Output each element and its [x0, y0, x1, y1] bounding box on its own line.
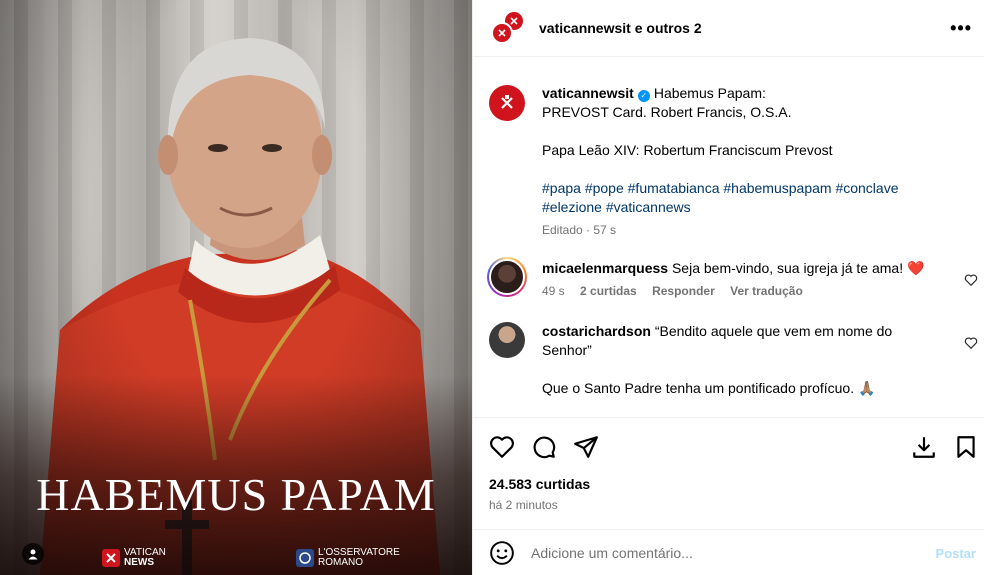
post-comment-button[interactable]: Postar — [936, 546, 976, 561]
comment-text-c: Que o Santo Padre tenha um pontificado p… — [542, 380, 876, 396]
comment-item: costarichardson “Bendito aquele que vem … — [473, 322, 984, 398]
like-heart-icon[interactable] — [489, 434, 515, 460]
see-translation-button[interactable]: Ver tradução — [730, 284, 803, 298]
collab-avatars[interactable] — [489, 8, 529, 48]
emoji-icon[interactable] — [489, 540, 515, 566]
comment-meta: 49 s 2 curtidas Responder Ver tradução — [542, 284, 944, 298]
likes-count[interactable]: 24.583 curtidas — [489, 476, 590, 492]
comment-input[interactable] — [531, 544, 911, 561]
comment-text: Seja bem-vindo, sua igreja já te ama! ❤️ — [671, 260, 925, 276]
comment-likes-count[interactable]: 2 curtidas — [580, 284, 637, 298]
caption-hashtags[interactable]: #papa #pope #fumatabianca #habemuspapam … — [542, 179, 944, 217]
caption-meta: Editado · 57 s — [542, 223, 617, 237]
comment-avatar[interactable] — [487, 257, 527, 297]
reply-button[interactable]: Responder — [652, 284, 715, 298]
comment-username[interactable]: micaelenmarquess — [542, 260, 668, 276]
save-bookmark-icon[interactable] — [953, 434, 979, 460]
header-collab-text[interactable]: e outros 2 — [631, 20, 702, 36]
download-icon[interactable] — [911, 434, 937, 460]
image-headline: HABEMUS PAPAM — [36, 469, 436, 520]
hashtags-line-2[interactable]: #elezione #vaticannews — [542, 199, 691, 215]
vatican-news-logo: Vatican News — [102, 548, 166, 568]
tagged-users-icon[interactable] — [22, 543, 44, 565]
comment-time: 49 s — [542, 284, 565, 298]
caption-line-3: Papa Leão XIV: Robertum Franciscum Prevo… — [542, 142, 833, 158]
caption-username[interactable]: vaticannewsit — [542, 85, 634, 101]
action-bar — [473, 417, 984, 477]
hashtags-line-1[interactable]: #papa #pope #fumatabianca #habemuspapam … — [542, 180, 899, 196]
comment-bubble-icon[interactable] — [531, 434, 557, 460]
share-send-icon[interactable] — [573, 434, 599, 460]
comment-text-b: Senhor” — [542, 342, 592, 358]
comment-like-heart-icon[interactable] — [964, 336, 978, 350]
more-options-icon[interactable]: ••• — [950, 18, 972, 39]
post-time[interactable]: há 2 minutos — [489, 498, 558, 512]
verified-badge-icon: ✓ — [637, 90, 650, 102]
caption-avatar[interactable] — [489, 85, 525, 121]
comment-username[interactable]: costarichardson — [542, 323, 651, 339]
post-caption: vaticannewsit ✓ Habemus Papam: PREVOST Car… — [473, 58, 984, 237]
caption-line-2: PREVOST Card. Robert Francis, O.S.A. — [542, 104, 792, 120]
post-image[interactable]: HABEMUS PAPAM Vatican News L'Osservatore R… — [0, 0, 472, 575]
post-side-panel: vaticannewsit e outros 2 ••• vaticannews… — [472, 0, 984, 575]
comment-text-a: “Bendito aquele que vem em nome do — [654, 323, 893, 339]
comment-like-heart-icon[interactable] — [964, 273, 978, 287]
avatar — [491, 22, 513, 44]
header-username[interactable]: vaticannewsit — [539, 20, 631, 36]
comment-composer: Postar — [473, 529, 984, 575]
comment-avatar[interactable] — [489, 322, 525, 358]
comment-item: micaelenmarquess Seja bem-vindo, sua igr… — [473, 257, 984, 298]
post-header: vaticannewsit e outros 2 ••• — [473, 0, 984, 57]
comments-scroll[interactable]: vaticannewsit ✓ Habemus Papam: PREVOST Car… — [473, 58, 984, 416]
caption-line-1: Habemus Papam: — [653, 85, 766, 101]
osservatore-romano-logo: L'Osservatore Romano — [296, 548, 400, 568]
post-header-title[interactable]: vaticannewsit e outros 2 — [539, 20, 702, 36]
